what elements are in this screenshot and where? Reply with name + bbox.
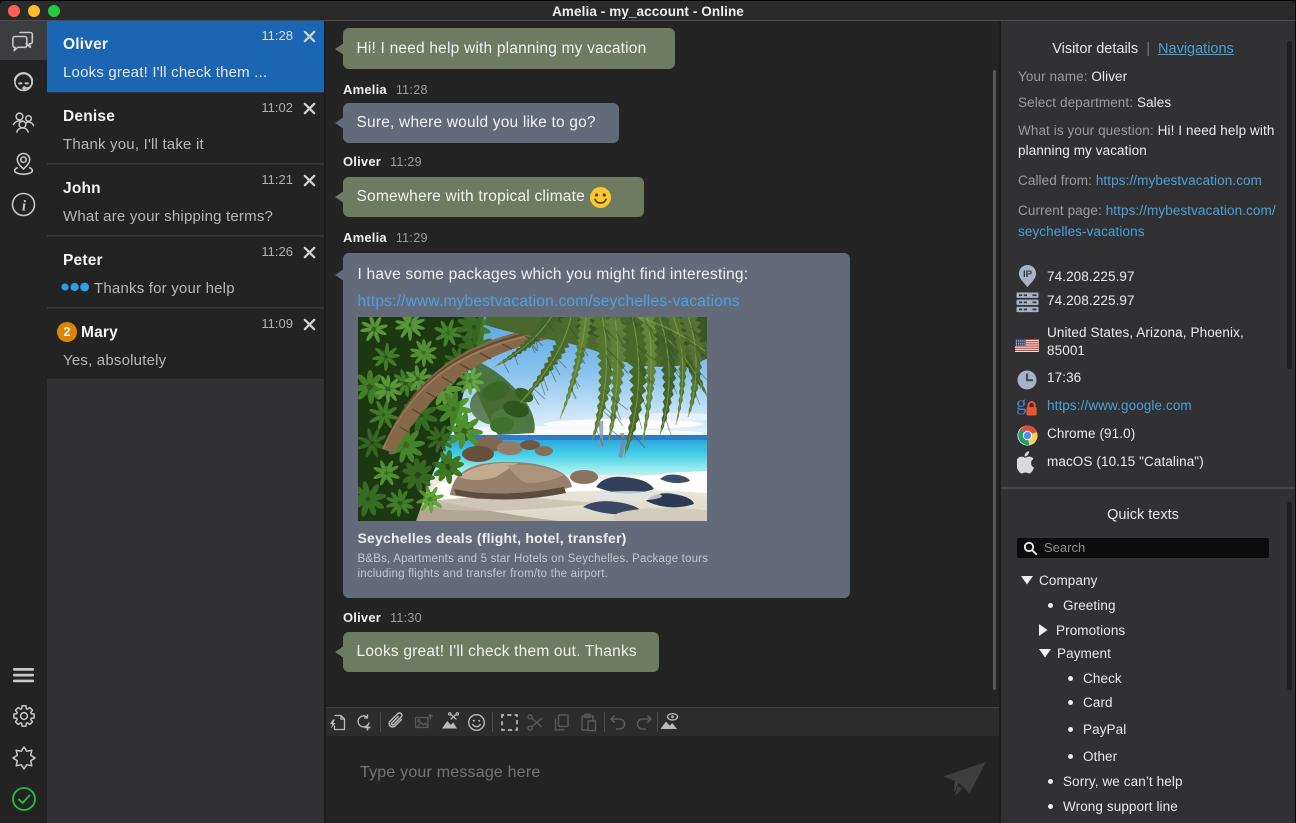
svg-text:IP: IP: [1023, 269, 1033, 280]
svg-text:i: i: [22, 199, 27, 215]
svg-text:g: g: [1016, 393, 1027, 415]
